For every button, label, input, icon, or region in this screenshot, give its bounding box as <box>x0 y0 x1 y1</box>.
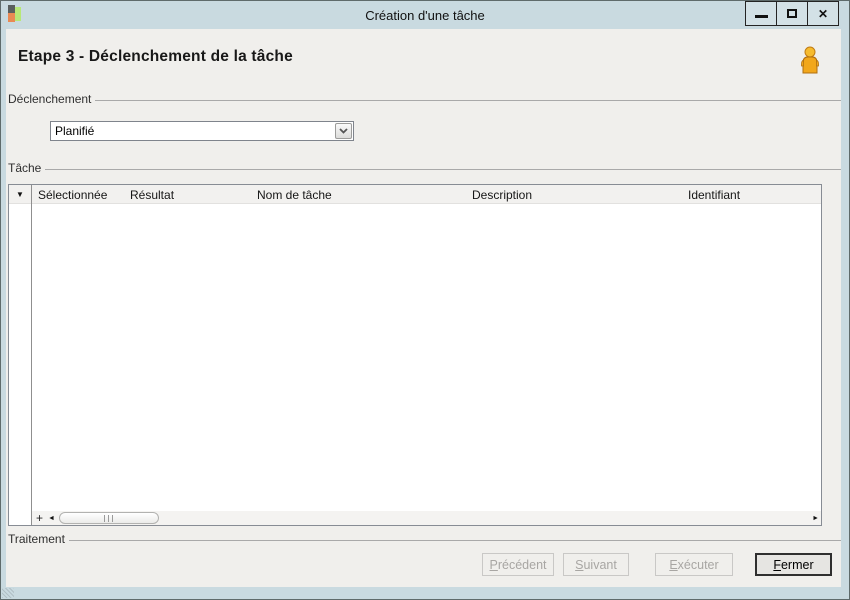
minimize-button[interactable] <box>745 1 777 26</box>
combobox-dropdown-button[interactable] <box>335 123 352 139</box>
chevron-down-icon <box>339 128 348 134</box>
previous-button[interactable]: Précédent <box>482 553 554 576</box>
page-title: Etape 3 - Déclenchement de la tâche <box>18 48 293 65</box>
next-button[interactable]: Suivant <box>563 553 629 576</box>
row-header-divider <box>31 185 32 525</box>
group-divider <box>95 99 841 101</box>
execute-button[interactable]: Exécuter <box>655 553 733 576</box>
close-button[interactable]: ✕ <box>807 1 839 26</box>
scrollbar-thumb[interactable] <box>58 512 159 524</box>
scrollbar-grip <box>104 514 114 522</box>
titlebar[interactable]: Création d'une tâche ✕ <box>1 1 849 29</box>
combobox-value: Planifié <box>55 124 95 138</box>
window-controls: ✕ <box>745 1 839 26</box>
resize-grip[interactable] <box>2 588 14 598</box>
trigger-type-combobox[interactable]: Planifié <box>50 121 354 141</box>
processing-groupbox: Traitement <box>8 532 841 546</box>
scroll-left-icon[interactable]: ◄ <box>46 515 57 522</box>
close-dialog-button[interactable]: Fermer <box>755 553 832 576</box>
close-icon: ✕ <box>817 6 829 21</box>
task-groupbox: Tâche <box>8 161 841 175</box>
group-divider <box>68 539 841 541</box>
maximize-button[interactable] <box>776 1 808 26</box>
task-table: ▼ Sélectionnée Résultat Nom de tâche Des… <box>8 184 822 526</box>
window-title: Création d'une tâche <box>365 7 485 23</box>
horizontal-scrollbar[interactable]: + ◄ ► <box>32 511 821 525</box>
trigger-group-label: Déclenchement <box>8 92 92 106</box>
column-header-description[interactable]: Description <box>472 185 532 204</box>
dialog-window: Création d'une tâche ✕ Etape 3 - Déclenc… <box>0 0 850 600</box>
column-header-selectionnee[interactable]: Sélectionnée <box>38 185 107 204</box>
trigger-groupbox: Déclenchement <box>8 92 841 106</box>
person-icon <box>801 46 819 74</box>
row-selector-dropdown[interactable]: ▼ <box>9 185 31 204</box>
task-group-label: Tâche <box>8 161 42 175</box>
column-header-resultat[interactable]: Résultat <box>130 185 174 204</box>
minimize-icon <box>754 15 768 18</box>
table-header-row: ▼ Sélectionnée Résultat Nom de tâche Des… <box>9 185 821 204</box>
maximize-icon <box>787 9 797 18</box>
group-divider <box>45 168 841 170</box>
processing-group-label: Traitement <box>8 532 65 546</box>
add-icon[interactable]: + <box>32 512 46 525</box>
dialog-body: Etape 3 - Déclenchement de la tâche Décl… <box>6 29 841 587</box>
scroll-right-icon[interactable]: ► <box>810 515 821 522</box>
column-header-nom-de-tache[interactable]: Nom de tâche <box>257 185 332 204</box>
column-header-identifiant[interactable]: Identifiant <box>688 185 740 204</box>
